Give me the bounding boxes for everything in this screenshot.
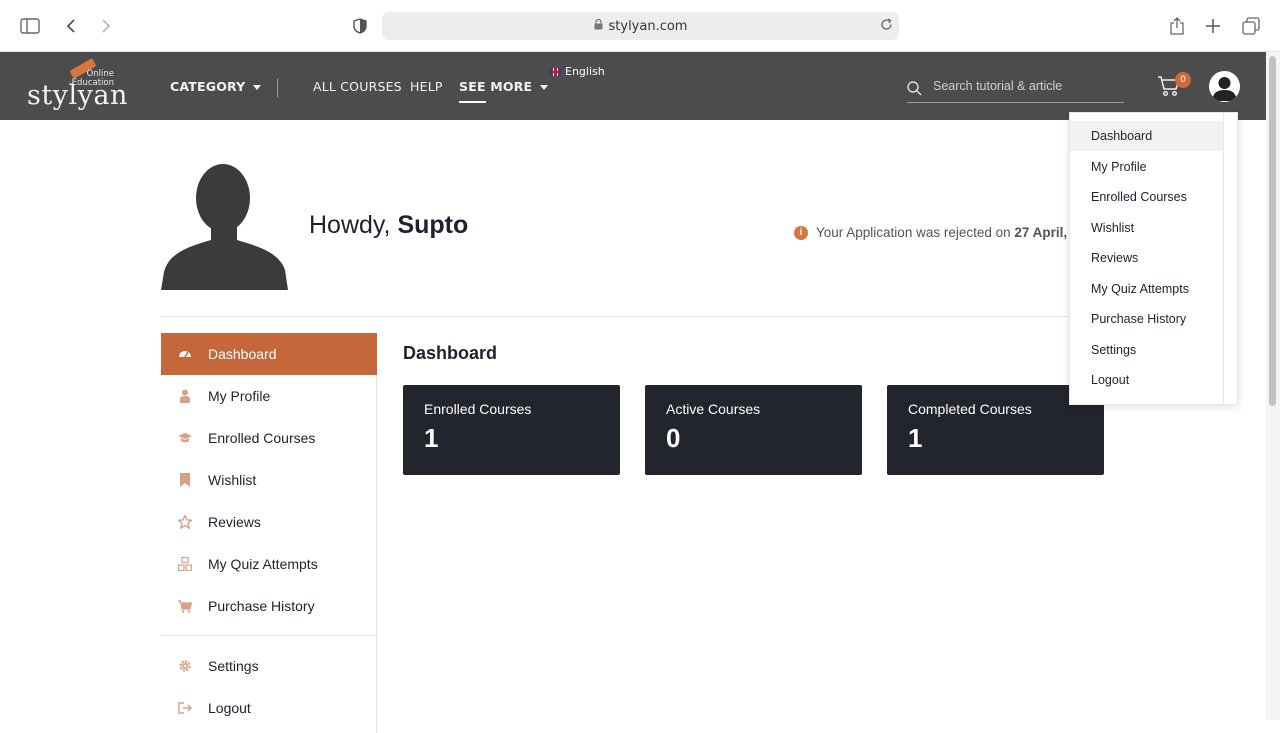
user-avatar[interactable] [1209, 71, 1240, 102]
privacy-shield-icon[interactable] [348, 14, 372, 38]
star-icon [178, 515, 192, 529]
lock-icon [594, 18, 603, 34]
tab-overview-icon[interactable] [1239, 14, 1263, 38]
sidebar-item-my-profile[interactable]: My Profile [161, 375, 377, 417]
site-header: Online Education stylyan CATEGORY ALL COU… [0, 52, 1266, 120]
stat-label: Enrolled Courses [424, 401, 532, 417]
dropdown-item-logout[interactable]: Logout [1070, 365, 1224, 395]
dropdown-item-purchase-history[interactable]: Purchase History [1070, 304, 1224, 334]
bookmark-icon [178, 473, 192, 487]
back-icon[interactable] [59, 14, 83, 38]
nav-category[interactable]: CATEGORY [170, 79, 262, 94]
user-dropdown-menu: Dashboard My Profile Enrolled Courses Wi… [1069, 112, 1238, 405]
logout-icon [178, 701, 192, 715]
notice-date: 27 April, [1014, 225, 1068, 240]
user-name: Supto [397, 211, 469, 239]
info-icon: i [794, 225, 808, 240]
sidebar-toggle-icon[interactable] [18, 14, 42, 38]
page-scrollbar[interactable] [1266, 52, 1280, 720]
sidebar-item-enrolled-courses[interactable]: Enrolled Courses [161, 417, 377, 459]
chevron-down-icon [540, 85, 549, 90]
dropdown-item-settings[interactable]: Settings [1070, 335, 1224, 365]
stat-value: 1 [424, 423, 439, 453]
nav-all-courses[interactable]: ALL COURSES [313, 79, 402, 94]
nav-help[interactable]: HELP [410, 79, 443, 94]
sidebar-item-logout[interactable]: Logout [161, 687, 377, 729]
user-icon [178, 389, 192, 403]
sidebar-item-purchase-history[interactable]: Purchase History [161, 585, 377, 627]
forward-icon[interactable] [94, 14, 118, 38]
dropdown-item-enrolled-courses[interactable]: Enrolled Courses [1070, 182, 1224, 212]
language-label: English [565, 65, 605, 78]
profile-photo [161, 160, 288, 290]
sidebar-item-reviews[interactable]: Reviews [161, 501, 377, 543]
site-logo[interactable]: Online Education stylyan [27, 58, 127, 112]
chevron-down-icon [253, 85, 262, 90]
stat-label: Completed Courses [908, 401, 1032, 417]
stat-value: 1 [908, 423, 923, 453]
dropdown-item-reviews[interactable]: Reviews [1070, 243, 1224, 273]
stat-card-enrolled: Enrolled Courses 1 [403, 385, 620, 475]
logo-wordmark: stylyan [27, 80, 128, 111]
profile-divider [161, 316, 1071, 317]
uk-flag-icon [550, 67, 561, 76]
nav-active-underline [459, 101, 486, 103]
stat-value: 0 [666, 423, 681, 453]
new-tab-icon[interactable] [1201, 14, 1225, 38]
dropdown-scrollbar[interactable] [1223, 113, 1237, 404]
reload-icon[interactable] [880, 18, 893, 35]
quiz-icon [178, 557, 192, 571]
search-icon[interactable] [907, 81, 922, 100]
page-title: Dashboard [403, 343, 498, 363]
stat-label: Active Courses [666, 401, 761, 417]
language-switcher[interactable]: English [550, 65, 605, 78]
sidebar-item-dashboard[interactable]: Dashboard [161, 333, 377, 375]
search-box [907, 76, 1124, 103]
sidebar-item-wishlist[interactable]: Wishlist [161, 459, 377, 501]
scrollbar-thumb[interactable] [1269, 56, 1276, 406]
dashboard-icon [178, 347, 192, 361]
cart-icon [178, 599, 192, 613]
cart-count-badge: 0 [1175, 72, 1191, 88]
graduation-cap-icon [178, 431, 192, 445]
dropdown-item-dashboard[interactable]: Dashboard [1070, 121, 1224, 151]
dropdown-item-my-quiz-attempts[interactable]: My Quiz Attempts [1070, 274, 1224, 304]
dashboard-sidebar: Dashboard My Profile Enrolled Courses Wi… [161, 333, 377, 733]
url-text: stylyan.com [608, 18, 688, 34]
greeting: Howdy, Supto [309, 211, 469, 239]
search-input[interactable] [933, 76, 1123, 96]
browser-toolbar: stylyan.com [0, 0, 1280, 52]
application-notice: i Your Application was rejected on 27 Ap… [794, 225, 1074, 240]
gear-icon [178, 659, 192, 673]
stat-card-active: Active Courses 0 [645, 385, 862, 475]
sidebar-divider [161, 635, 377, 636]
dropdown-item-my-profile[interactable]: My Profile [1070, 152, 1224, 182]
notice-text: Your Application was rejected on [816, 225, 1011, 240]
address-bar[interactable]: stylyan.com [382, 12, 899, 40]
sidebar-item-settings[interactable]: Settings [161, 645, 377, 687]
dropdown-item-wishlist[interactable]: Wishlist [1070, 213, 1224, 243]
share-icon[interactable] [1165, 14, 1189, 38]
nav-see-more[interactable]: SEE MORE [459, 79, 549, 94]
sidebar-item-my-quiz-attempts[interactable]: My Quiz Attempts [161, 543, 377, 585]
nav-divider [277, 79, 278, 97]
